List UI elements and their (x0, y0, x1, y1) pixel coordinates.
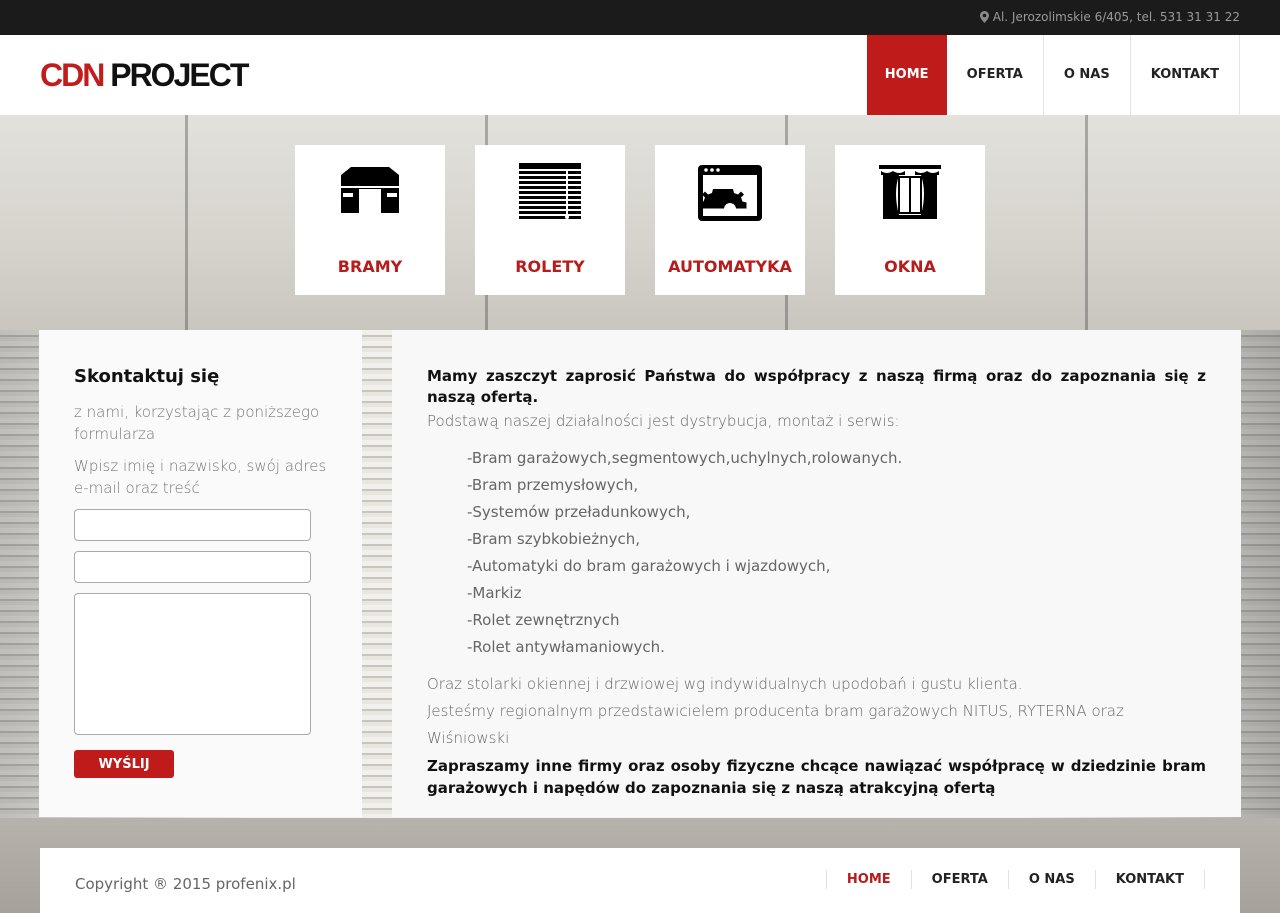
list-item: -Markiz (467, 584, 522, 602)
copyright-text: Copyright ® 2015 profenix.pl (75, 875, 296, 893)
footer-nav-home[interactable]: HOME (825, 870, 911, 889)
top-bar: Al. Jerozolimskie 6/405, tel. 531 31 31 … (0, 0, 1280, 35)
contact-instruction: Wpisz imię i nazwisko, swój adres e-mail… (74, 457, 327, 497)
site-header: CDN PROJECT HOME OFERTA O NAS KONTAKT (0, 35, 1280, 115)
nav-item-o-nas[interactable]: O NAS (1044, 35, 1131, 115)
address-info: Al. Jerozolimskie 6/405, tel. 531 31 31 … (979, 10, 1240, 24)
extra-text-2: Jesteśmy regionalnym przedstawicielem pr… (427, 702, 1124, 747)
footer-nav-kontakt[interactable]: KONTAKT (1094, 870, 1205, 889)
list-item: -Bram szybkobieżnych, (467, 530, 641, 548)
intro-text: Podstawą naszej działalności jest dystry… (427, 412, 900, 430)
name-input[interactable] (74, 509, 311, 541)
extra-text-1: Oraz stolarki okiennej i drzwiowej wg in… (427, 675, 1023, 693)
footer-nav-oferta[interactable]: OFERTA (910, 870, 1008, 889)
logo-part-project: PROJECT (103, 57, 249, 93)
site-logo[interactable]: CDN PROJECT (40, 57, 249, 94)
email-input[interactable] (74, 551, 311, 583)
tile-label: ROLETY (515, 257, 585, 276)
garage-gate-icon (341, 167, 399, 213)
list-item: -Bram garażowych,segmentowych,uchylnych,… (467, 449, 903, 467)
contact-intro: z nami, korzystając z poniższego formula… (74, 403, 320, 443)
site-footer: Copyright ® 2015 profenix.pl HOME OFERTA… (40, 848, 1240, 913)
tile-label: OKNA (884, 257, 936, 276)
tile-okna[interactable]: OKNA (835, 145, 985, 295)
list-item: -Systemów przeładunkowych, (467, 503, 691, 521)
footer-nav: HOME OFERTA O NAS KONTAKT (825, 870, 1205, 889)
footer-nav-o-nas[interactable]: O NAS (1007, 870, 1095, 889)
logo-part-cdn: CDN (40, 57, 105, 93)
services-list: -Bram garażowych,segmentowych,uchylnych,… (467, 445, 1206, 661)
list-item: -Rolet zewnętrznych (467, 611, 620, 629)
list-item: -Rolet antywłamaniowych. (467, 638, 665, 656)
list-item: -Bram przemysłowych, (467, 476, 639, 494)
nav-item-home[interactable]: HOME (866, 35, 947, 115)
window-curtain-icon (879, 165, 941, 219)
roller-blind-icon (519, 163, 581, 219)
message-textarea[interactable] (74, 593, 311, 735)
send-button[interactable]: WYŚLIJ (74, 750, 174, 778)
lead-text: Mamy zaszczyt zaprosić Państwa do współp… (427, 367, 1206, 406)
tile-bramy[interactable]: BRAMY (295, 145, 445, 295)
automation-gear-icon (698, 165, 762, 221)
service-tiles: BRAMY ROLETY AUTOMATYKA OKNA (295, 145, 985, 295)
tile-label: BRAMY (337, 257, 403, 276)
main-content: Mamy zaszczyt zaprosić Państwa do współp… (392, 330, 1241, 817)
nav-item-kontakt[interactable]: KONTAKT (1131, 35, 1240, 115)
closing-text: Zapraszamy inne firmy oraz osoby fizyczn… (427, 757, 1206, 797)
address-text: Al. Jerozolimskie 6/405, tel. 531 31 31 … (992, 10, 1240, 24)
list-item: -Automatyki do bram garażowych i wjazdow… (467, 557, 831, 575)
contact-title: Skontaktuj się (74, 366, 220, 387)
location-pin-icon (979, 11, 989, 23)
tile-label: AUTOMATYKA (668, 257, 792, 276)
main-nav: HOME OFERTA O NAS KONTAKT (866, 35, 1240, 115)
contact-panel: Skontaktuj się z nami, korzystając z pon… (39, 330, 362, 817)
tile-rolety[interactable]: ROLETY (475, 145, 625, 295)
tile-automatyka[interactable]: AUTOMATYKA (655, 145, 805, 295)
nav-item-oferta[interactable]: OFERTA (947, 35, 1044, 115)
